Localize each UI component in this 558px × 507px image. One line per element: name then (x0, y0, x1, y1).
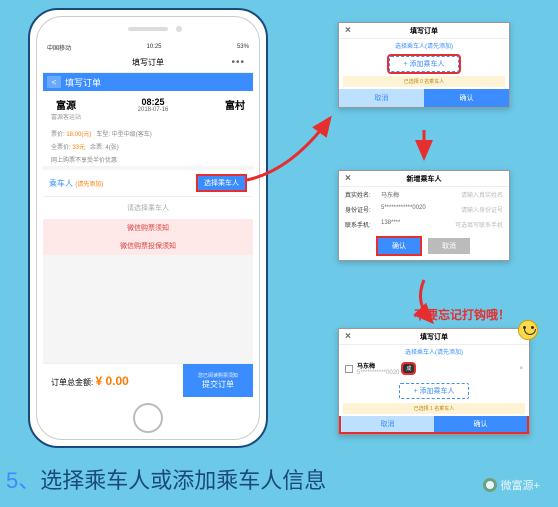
total-price: ¥ 0.00 (95, 374, 128, 388)
submit-tip: 您已阅读购票须知 (198, 372, 238, 379)
notice-2[interactable]: 微信购票投保须知 (43, 237, 253, 255)
page-title: 填写订单 (65, 76, 101, 89)
row-name: 真实姓名: 马东梅 请输入真实姓名 (339, 187, 509, 202)
popup2-buttons: 确认 取消 (339, 232, 509, 260)
speaker (128, 27, 168, 31)
page-header: < 填写订单 (43, 73, 253, 91)
passenger-badge[interactable]: 成 (403, 364, 414, 373)
depart-time: 08:25 (138, 97, 169, 107)
popup2-header: × 新增乘车人 (339, 171, 509, 187)
home-button[interactable] (133, 403, 163, 433)
popup-select-passenger-filled: × 填写订单 选择乘车人(请先添加) 马东梅 5***********0020 … (338, 328, 530, 435)
passenger-row[interactable]: 马东梅 5***********0020 成 × (339, 358, 529, 379)
popup2-title: 新增乘车人 (407, 174, 442, 184)
watermark: 微富源+ (483, 477, 540, 493)
total-label: 订单总金额: (51, 378, 93, 387)
battery: 53% (237, 44, 249, 50)
back-button[interactable]: < (47, 76, 61, 88)
input-phone[interactable]: 138**** (381, 220, 455, 229)
input-id[interactable]: 5************0020 (381, 205, 461, 214)
close-icon[interactable]: × (345, 173, 351, 184)
status-time: 10:25 (146, 44, 161, 50)
delete-icon[interactable]: × (519, 366, 523, 372)
step-label: 选择乘车人或添加乘车人信息 (40, 468, 326, 493)
popup3-title: 填写订单 (420, 332, 448, 342)
popup2-confirm[interactable]: 确认 (378, 238, 420, 254)
status-bar: 中国移动 10:25 53% (43, 41, 253, 53)
popup1-footer: 取消 确认 (339, 89, 509, 107)
submit-label: 提交订单 (202, 379, 234, 390)
arrow-2 (414, 128, 434, 173)
total-area: 订单总金额: ¥ 0.00 (43, 374, 183, 388)
popup1-warn: 已选择 0 名乘车人 (343, 76, 505, 87)
popup1-confirm[interactable]: 确认 (424, 89, 509, 107)
popup3-header: × 填写订单 (339, 329, 529, 345)
popup3-subtitle: 选择乘车人(请先添加) (339, 345, 529, 358)
passenger-label: 乘车人 (49, 179, 73, 188)
more-icon[interactable]: ••• (231, 57, 245, 68)
submit-button[interactable]: 您已阅读购票须知 提交订单 (183, 364, 253, 397)
from-station: 富源 (51, 97, 81, 112)
camera (176, 26, 182, 32)
popup1-cancel[interactable]: 取消 (339, 89, 424, 107)
popup-select-passenger: × 填写订单 选择乘车人(请先添加) + 添加乘车人 已选择 0 名乘车人 取消… (338, 22, 510, 108)
footer-bar: 订单总金额: ¥ 0.00 您已阅读购票须知 提交订单 (43, 363, 253, 397)
close-icon[interactable]: × (345, 331, 351, 342)
close-icon[interactable]: × (345, 25, 351, 36)
popup3-confirm[interactable]: 确认 (434, 416, 527, 432)
passenger-hint: (请先添加) (75, 182, 103, 188)
depart-date: 2018-07-16 (138, 107, 169, 113)
checkbox[interactable] (345, 365, 353, 373)
step-caption: 5、选择乘车人或添加乘车人信息 (6, 463, 326, 495)
step-num: 5、 (6, 468, 40, 493)
popup3-cancel[interactable]: 取消 (341, 416, 434, 432)
row-phone: 联系手机: 138**** 可选填写联系手机 (339, 217, 509, 232)
phone-frame: 中国移动 10:25 53% 填写订单 ••• < 填写订单 富源 富源客运站 … (28, 8, 268, 448)
input-name[interactable]: 马东梅 (381, 190, 461, 199)
passenger-empty-hint: 请选择乘车人 (43, 196, 253, 219)
add-passenger-button[interactable]: + 添加乘车人 (389, 56, 459, 72)
trip-info-1: 票价: 18.00(元) 车型: 中型中级(客车) (43, 127, 253, 140)
screen: 中国移动 10:25 53% 填写订单 ••• < 填写订单 富源 富源客运站 … (43, 41, 253, 397)
app-header: 填写订单 ••• (43, 53, 253, 73)
phone-inner: 中国移动 10:25 53% 填写订单 ••• < 填写订单 富源 富源客运站 … (36, 16, 260, 440)
passenger-id: 5***********0020 (357, 370, 399, 376)
popup1-title: 填写订单 (410, 26, 438, 36)
route-time: 08:25 2018-07-16 (138, 97, 169, 121)
to-station: 富村 (225, 97, 245, 112)
wechat-icon (483, 478, 497, 492)
route-panel: 富源 富源客运站 08:25 2018-07-16 富村 (43, 91, 253, 127)
row-id: 身份证号: 5************0020 请输入身份证号 (339, 202, 509, 217)
trip-info-2: 全票价: 33元 余票: 4(张) (43, 140, 253, 153)
add-passenger-button-2[interactable]: + 添加乘车人 (399, 383, 469, 399)
passenger-bar: 乘车人 (请先添加) 选择乘车人 (43, 170, 253, 196)
trip-info-3: 网上购票不享受半价优惠 (43, 153, 253, 166)
carrier: 中国移动 (47, 43, 71, 52)
select-passenger-button[interactable]: 选择乘车人 (196, 174, 247, 192)
popup2-cancel[interactable]: 取消 (428, 238, 470, 254)
route-from: 富源 富源客运站 (51, 97, 81, 121)
reminder-text: 不要忘记打钩哦！ (414, 306, 510, 323)
smiley-icon (518, 320, 538, 340)
watermark-text: 微富源+ (501, 477, 540, 493)
popup3-warn: 已选择 1 名乘车人 (343, 403, 525, 414)
popup-add-passenger: × 新增乘车人 真实姓名: 马东梅 请输入真实姓名 身份证号: 5*******… (338, 170, 510, 261)
notice-1[interactable]: 微信购票须知 (43, 219, 253, 237)
popup1-header: × 填写订单 (339, 23, 509, 39)
app-title: 填写订单 (132, 57, 164, 68)
popup3-footer: 取消 确认 (339, 416, 529, 434)
from-sub: 富源客运站 (51, 112, 81, 121)
route-to: 富村 (225, 97, 245, 121)
popup1-subtitle: 选择乘车人(请先添加) (339, 39, 509, 52)
